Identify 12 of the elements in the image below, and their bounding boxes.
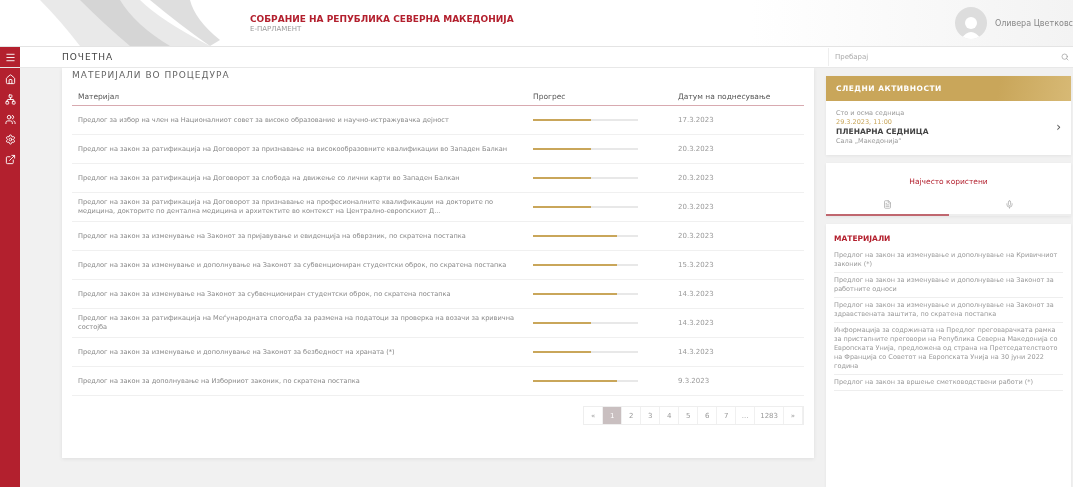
section-title: МАТЕРИЈАЛИ ВО ПРОЦЕДУРА <box>72 70 230 80</box>
home-icon[interactable] <box>4 74 16 85</box>
document-icon <box>882 199 892 209</box>
organization-icon[interactable] <box>4 94 16 105</box>
settings-icon[interactable] <box>4 134 16 145</box>
page-title: ПОЧЕТНА <box>62 52 114 62</box>
microphone-icon <box>1005 199 1015 209</box>
external-link-icon[interactable] <box>4 154 16 165</box>
next-arrow[interactable]: › <box>1056 120 1061 134</box>
user-name[interactable]: Оливера Цветковс <box>994 18 1073 28</box>
people-icon[interactable] <box>4 114 16 125</box>
site-title: СОБРАНИЕ НА РЕПУБЛИКА СЕВЕРНА МАКЕДОНИЈА <box>250 13 514 24</box>
